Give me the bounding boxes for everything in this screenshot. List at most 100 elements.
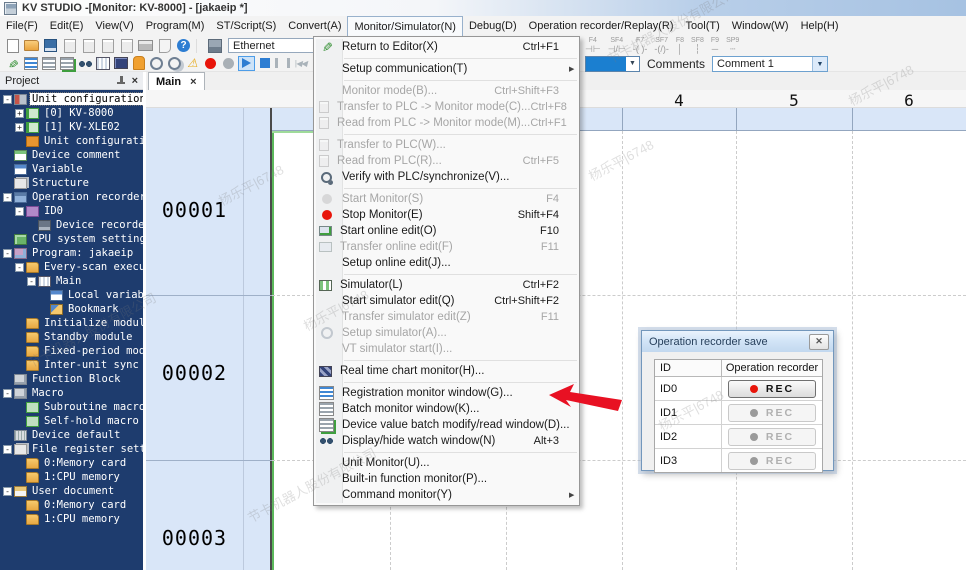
- print-icon[interactable]: [137, 38, 154, 53]
- tree-item[interactable]: Self-hold macro: [0, 414, 143, 428]
- import-icon[interactable]: [61, 38, 78, 53]
- rec-button[interactable]: REC: [728, 404, 816, 422]
- tree-item[interactable]: Inter-unit sync m: [0, 358, 143, 372]
- occupation-icon[interactable]: [130, 56, 147, 71]
- line-f9-icon[interactable]: F9 ─: [711, 37, 719, 54]
- menu-item[interactable]: Setup online edit(J)... ▶: [314, 255, 579, 271]
- menu-item[interactable]: Monitor mode(B)... Ctrl+Shift+F3 ▶: [314, 83, 579, 99]
- comment-select-combo[interactable]: Comment 1 ▼: [712, 56, 828, 72]
- coil-sf7-icon[interactable]: SF7 -(/)-: [654, 37, 669, 54]
- tree-item[interactable]: Device recorde: [0, 218, 143, 232]
- menu-item[interactable]: Transfer to PLC(W)... ▶: [314, 137, 579, 153]
- menu-item[interactable]: Read from PLC(R)... Ctrl+F5 ▶: [314, 153, 579, 169]
- registration-monitor-icon[interactable]: [22, 56, 39, 71]
- menu-item[interactable]: Transfer simulator edit(Z) F11 ▶: [314, 309, 579, 325]
- replay-stop-icon[interactable]: [256, 56, 273, 71]
- menu-tool[interactable]: Tool(T): [680, 16, 726, 36]
- expand-toggle-icon[interactable]: +: [15, 109, 24, 118]
- unit-monitor-icon[interactable]: [112, 56, 129, 71]
- menu-edit[interactable]: Edit(E): [44, 16, 90, 36]
- expand-toggle-icon[interactable]: -: [15, 263, 24, 272]
- close-icon[interactable]: ×: [190, 77, 196, 87]
- menu-file[interactable]: File(F): [0, 16, 44, 36]
- tree-item[interactable]: Bookmark: [0, 302, 143, 316]
- ladder-display-combo[interactable]: ▼: [585, 56, 640, 72]
- menu-item[interactable]: Command monitor(Y) ▶: [314, 487, 579, 503]
- menu-item[interactable]: Built-in function monitor(P)... ▶: [314, 471, 579, 487]
- new-file-icon[interactable]: [4, 38, 21, 53]
- tree-item[interactable]: Device comment: [0, 148, 143, 162]
- menu-debug[interactable]: Debug(D): [463, 16, 523, 36]
- menu-item[interactable]: Display/hide watch window(N) Alt+3 ▶: [314, 433, 579, 449]
- expand-toggle-icon[interactable]: -: [3, 445, 12, 454]
- menu-st-script[interactable]: ST/Script(S): [210, 16, 282, 36]
- menu-view[interactable]: View(V): [89, 16, 139, 36]
- monitor-warning-icon[interactable]: [184, 56, 201, 71]
- tree-item[interactable]: - User document: [0, 484, 143, 498]
- rec-button[interactable]: REC: [728, 380, 816, 398]
- tree-item[interactable]: - ID0: [0, 204, 143, 218]
- copy-icon[interactable]: [99, 38, 116, 53]
- menu-item[interactable]: Stop Monitor(E) Shift+F4 ▶: [314, 207, 579, 223]
- line-sf8-icon[interactable]: SF8 ┆: [691, 37, 704, 54]
- menu-item[interactable]: Setup communication(T) ▶: [314, 61, 579, 77]
- replay-pause-icon[interactable]: [274, 56, 291, 71]
- tree-item[interactable]: - Macro: [0, 386, 143, 400]
- menu-item[interactable]: Unit Monitor(U)... ▶: [314, 455, 579, 471]
- expand-toggle-icon[interactable]: -: [3, 95, 12, 104]
- watch-window-icon[interactable]: [76, 56, 93, 71]
- record-off-icon[interactable]: [220, 56, 237, 71]
- pin-icon[interactable]: [116, 76, 126, 86]
- tree-item[interactable]: Variable: [0, 162, 143, 176]
- tree-item[interactable]: Device default: [0, 428, 143, 442]
- contact-f4-icon[interactable]: F4 ⊣⊢: [585, 37, 601, 54]
- tree-item[interactable]: - Main: [0, 274, 143, 288]
- menu-monitor-simulator[interactable]: Monitor/Simulator(N): [347, 16, 462, 36]
- expand-toggle-icon[interactable]: +: [15, 123, 24, 132]
- tree-item[interactable]: 1:CPU memory: [0, 470, 143, 484]
- replay-play-icon[interactable]: [238, 56, 255, 71]
- tab-main[interactable]: Main ×: [148, 72, 205, 90]
- menu-operation-recorder[interactable]: Operation recorder/Replay(R): [523, 16, 680, 36]
- stopwatch-icon[interactable]: [148, 56, 165, 71]
- open-project-icon[interactable]: [23, 38, 40, 53]
- menu-item[interactable]: Transfer to PLC -> Monitor mode(C)... Ct…: [314, 99, 579, 115]
- plc-comm-icon[interactable]: [206, 38, 223, 53]
- line-f8-icon[interactable]: F8 │: [676, 37, 684, 54]
- tree-item[interactable]: + [0] KV-8000: [0, 106, 143, 120]
- tree-item[interactable]: Function Block: [0, 372, 143, 386]
- menu-item[interactable]: Registration monitor window(G)... ▶: [314, 385, 579, 401]
- expand-toggle-icon[interactable]: -: [27, 277, 36, 286]
- menu-window[interactable]: Window(W): [726, 16, 795, 36]
- tree-item[interactable]: Local variab: [0, 288, 143, 302]
- tree-item[interactable]: 1:CPU memory: [0, 512, 143, 526]
- close-icon[interactable]: ×: [132, 76, 138, 86]
- dialog-title-bar[interactable]: Operation recorder save ✕: [642, 331, 833, 352]
- tree-item[interactable]: 0:Memory card: [0, 498, 143, 512]
- rec-button[interactable]: REC: [728, 428, 816, 446]
- tree-item[interactable]: - File register settin: [0, 442, 143, 456]
- expand-toggle-icon[interactable]: -: [3, 487, 12, 496]
- grid-monitor-icon[interactable]: [94, 56, 111, 71]
- expand-toggle-icon[interactable]: -: [3, 389, 12, 398]
- line-sp9-icon[interactable]: SP9 ┄: [726, 37, 739, 54]
- export-icon[interactable]: [80, 38, 97, 53]
- close-icon[interactable]: ✕: [809, 334, 829, 350]
- menu-item[interactable]: Return to Editor(X) Ctrl+F1 ▶: [314, 39, 579, 55]
- stopwatch-log-icon[interactable]: [166, 56, 183, 71]
- menu-help[interactable]: Help(H): [795, 16, 845, 36]
- menu-item[interactable]: Start Monitor(S) F4 ▶: [314, 191, 579, 207]
- tree-item[interactable]: - Program: jakaeip: [0, 246, 143, 260]
- menu-convert[interactable]: Convert(A): [282, 16, 347, 36]
- menu-item[interactable]: Simulator(L) Ctrl+F2 ▶: [314, 277, 579, 293]
- menu-item[interactable]: Start online edit(O) F10 ▶: [314, 223, 579, 239]
- menu-item[interactable]: Read from PLC -> Monitor mode(M)... Ctrl…: [314, 115, 579, 131]
- menu-item[interactable]: Setup simulator(A)... ▶: [314, 325, 579, 341]
- tree-item[interactable]: - Unit configuration: [0, 92, 143, 106]
- menu-item[interactable]: Start simulator edit(Q) Ctrl+Shift+F2 ▶: [314, 293, 579, 309]
- batch-modify-icon[interactable]: [58, 56, 75, 71]
- tree-item[interactable]: Structure: [0, 176, 143, 190]
- replay-rewind-icon[interactable]: [292, 56, 309, 71]
- tree-item[interactable]: Subroutine macro: [0, 400, 143, 414]
- menu-item[interactable]: Batch monitor window(K)... ▶: [314, 401, 579, 417]
